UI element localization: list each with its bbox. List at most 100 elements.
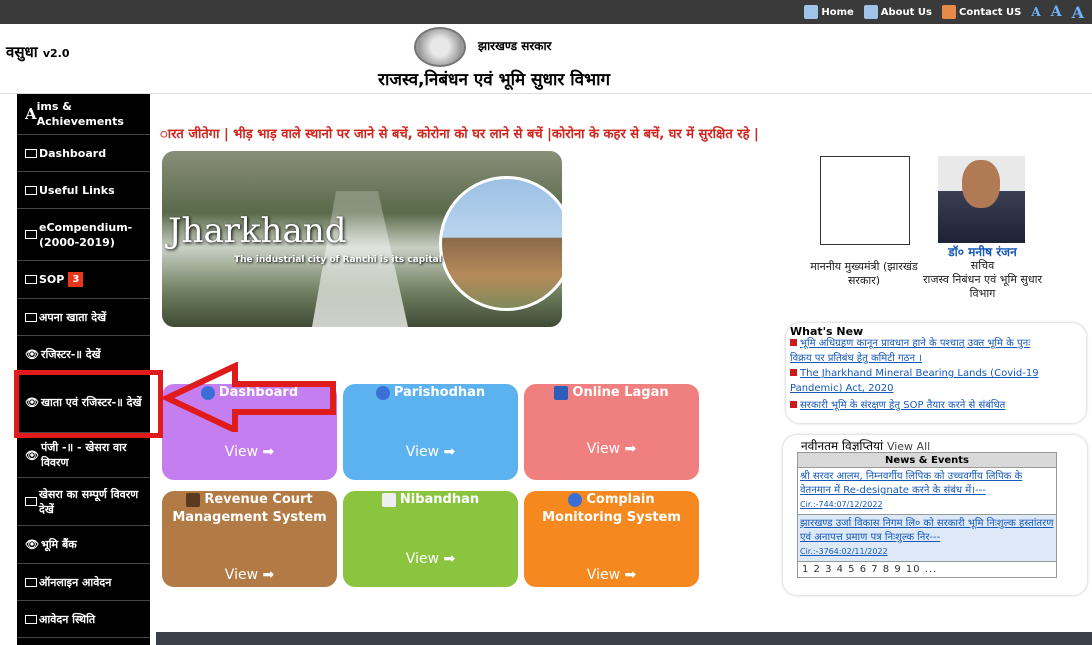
home-icon xyxy=(804,5,819,19)
tile-view-link[interactable]: View ➡ xyxy=(162,444,337,460)
tile-title: Complain Monitoring System xyxy=(524,491,699,527)
whats-new-item[interactable]: सरकारी भूमि के संरक्षण हेतु SOP तैयार कर… xyxy=(790,398,1050,413)
whats-new-text: The Jharkhand Mineral Bearing Lands (Cov… xyxy=(790,368,1039,394)
tile-title-text: Parishodhan xyxy=(393,385,486,400)
news-table: News & Events श्री सरवर आलम, निम्नवर्गीय… xyxy=(797,452,1057,578)
secretary-photo xyxy=(938,156,1025,243)
home-link[interactable]: Home xyxy=(804,5,854,19)
tile-parishodhan[interactable]: Parishodhan View ➡ xyxy=(343,384,518,480)
chart-icon xyxy=(25,230,37,239)
sidebar-item-bhumi-bank[interactable]: 👁 भूमि बैंक xyxy=(17,526,150,564)
sidebar-item-label: अपना खाता देखें xyxy=(39,310,107,324)
tile-view-link[interactable]: View ➡ xyxy=(343,551,518,567)
font-decrease-button[interactable]: A xyxy=(1031,5,1040,19)
pagination[interactable]: 1 2 3 4 5 6 7 8 9 10 ... xyxy=(798,562,1056,577)
tile-nibandhan[interactable]: Nibandhan View ➡ xyxy=(343,491,518,587)
aims-prefix-icon: A xyxy=(25,104,37,123)
circular-number[interactable]: Cir.:-744:07/12/2022 xyxy=(800,500,883,509)
home-label: Home xyxy=(821,6,854,18)
notice-link[interactable]: झारखण्ड उर्जा विकास निगम लि० को सरकारी भ… xyxy=(800,518,1053,543)
sidebar-item-khesra-vivran[interactable]: खेसरा का सम्पूर्ण विवरण देखें xyxy=(17,478,150,526)
list-icon xyxy=(25,275,37,284)
phone-icon xyxy=(942,5,957,19)
sop-count-badge: 3 xyxy=(68,272,84,287)
whats-new-item[interactable]: The Jharkhand Mineral Bearing Lands (Cov… xyxy=(790,366,1050,396)
rent-icon xyxy=(554,385,569,400)
state-emblem-icon xyxy=(414,27,466,67)
eye-icon: 👁 xyxy=(25,448,39,462)
notices-title: नवीनतम विज्ञप्तियां xyxy=(801,439,884,453)
tile-revenue-court[interactable]: Revenue Court Management System View ➡ xyxy=(162,491,337,587)
contact-link[interactable]: Contact US xyxy=(942,5,1021,19)
whats-new-text: सरकारी भूमि के संरक्षण हेतु SOP तैयार कर… xyxy=(800,400,1006,411)
sidebar-item-dashboard[interactable]: Dashboard xyxy=(17,135,150,172)
sidebar-item-apna-khata[interactable]: अपना खाता देखें xyxy=(17,299,150,336)
secretary-title: सचिव xyxy=(970,259,995,272)
sidebar-item-online-aavedan[interactable]: ऑनलाइन आवेदन xyxy=(17,564,150,601)
tile-online-lagan[interactable]: Online Lagan View ➡ xyxy=(524,384,699,480)
tile-view-link[interactable]: View ➡ xyxy=(524,567,699,583)
whats-new-item[interactable]: भूमि अधिग्रहण कानून प्रावधान हाने के पश्… xyxy=(790,336,1050,366)
secretary-label: डॉ० मनीष रंजन सचिव राजस्व निबंधन एवं भूम… xyxy=(920,245,1045,301)
cm-photo xyxy=(820,156,910,245)
site-header: वसुधा v2.0 झारखण्ड सरकार राजस्व,निबंधन ए… xyxy=(0,24,1092,94)
chart-icon xyxy=(25,185,37,195)
sidebar-item-useful-links[interactable]: Useful Links xyxy=(17,172,150,209)
footer xyxy=(156,632,1092,645)
users-icon xyxy=(863,5,878,19)
sidebar-item-aavedan-sthiti[interactable]: आवेदन स्थिति xyxy=(17,601,150,638)
sidebar-item-panji-khesra[interactable]: 👁 पंजी -॥ - खेसरा वार विवरण xyxy=(17,433,150,478)
sidebar-item-ecompendium[interactable]: eCompendium-(2000-2019) xyxy=(17,209,150,261)
brand-name: वसुधा xyxy=(6,43,38,61)
contact-label: Contact US xyxy=(959,6,1022,18)
about-link[interactable]: About Us xyxy=(863,5,933,19)
parishodhan-icon xyxy=(375,385,390,400)
book-icon xyxy=(381,492,396,507)
jharkhand-banner: Jharkhand The industrial city of Ranchi … xyxy=(162,151,562,327)
sidebar-item-register-2[interactable]: 👁 रजिस्टर-॥ देखें xyxy=(17,336,150,373)
news-table-header: News & Events xyxy=(798,453,1056,468)
notice-link[interactable]: श्री सरवर आलम, निम्नवर्गीय लिपिक को उच्च… xyxy=(800,471,1022,496)
list-icon xyxy=(25,614,37,624)
notices-panel: नवीनतम विज्ञप्तियां View All News & Even… xyxy=(783,435,1087,595)
sidebar-item-label: भूमि बैंक xyxy=(40,538,77,551)
cm-label: माननीय मुख्यमंत्री (झारखंड सरकार) xyxy=(810,260,918,287)
secretary-dept: राजस्व निबंधन एवं भूमि सुधार विभाग xyxy=(923,273,1042,300)
banner-subtitle: The industrial city of Ranchi is its cap… xyxy=(234,255,442,265)
sidebar-item-label: ऑनलाइन आवेदन xyxy=(39,575,112,589)
sidebar-item-label: आवेदन स्थिति xyxy=(39,612,96,626)
tile-title-text: Nibandhan xyxy=(399,492,480,507)
complaint-icon xyxy=(568,492,583,507)
department-title: राजस्व,निबंधन एवं भूमि सुधार विभाग xyxy=(378,70,611,90)
sidebar-item-label: खेसरा का सम्पूर्ण विवरण देखें xyxy=(39,487,139,516)
list-icon xyxy=(25,312,37,322)
sidebar-item-label: रजिस्टर-॥ देखें xyxy=(40,347,101,361)
sidebar-item-label: पंजी -॥ - खेसरा वार विवरण xyxy=(40,441,127,469)
about-label: About Us xyxy=(880,6,933,18)
tile-title: Parishodhan xyxy=(343,384,518,402)
eye-icon: 👁 xyxy=(25,347,39,361)
tile-view-link[interactable]: View ➡ xyxy=(343,444,518,460)
tile-view-link[interactable]: View ➡ xyxy=(162,567,337,583)
tile-title: Revenue Court Management System xyxy=(162,491,337,527)
list-icon xyxy=(25,497,37,506)
circular-number[interactable]: Cir.:-3764:02/11/2022 xyxy=(800,547,888,556)
bullet-icon xyxy=(790,401,797,408)
eye-icon: 👁 xyxy=(25,538,39,551)
sidebar-item-label: Dashboard xyxy=(39,146,107,160)
tile-view-link[interactable]: View ➡ xyxy=(524,441,699,457)
tile-title: Nibandhan xyxy=(343,491,518,509)
font-increase-button[interactable]: A xyxy=(1072,3,1084,22)
sidebar-item-aims[interactable]: Aims & Achievements xyxy=(17,94,150,135)
brand-version: v2.0 xyxy=(42,47,70,60)
temple-image xyxy=(439,176,562,311)
font-normal-button[interactable]: A xyxy=(1051,4,1062,20)
highlight-box xyxy=(14,370,163,438)
sidebar-item-label: eCompendium-(2000-2019) xyxy=(39,220,133,249)
brand-logo[interactable]: वसुधा v2.0 xyxy=(6,42,70,62)
secretary-name: डॉ० मनीष रंजन xyxy=(948,245,1017,259)
table-row: श्री सरवर आलम, निम्नवर्गीय लिपिक को उच्च… xyxy=(798,468,1056,515)
sidebar-item-sop[interactable]: SOP 3 xyxy=(17,261,150,299)
sidebar-item-label: Useful Links xyxy=(39,183,115,197)
tile-complain-monitoring[interactable]: Complain Monitoring System View ➡ xyxy=(524,491,699,587)
